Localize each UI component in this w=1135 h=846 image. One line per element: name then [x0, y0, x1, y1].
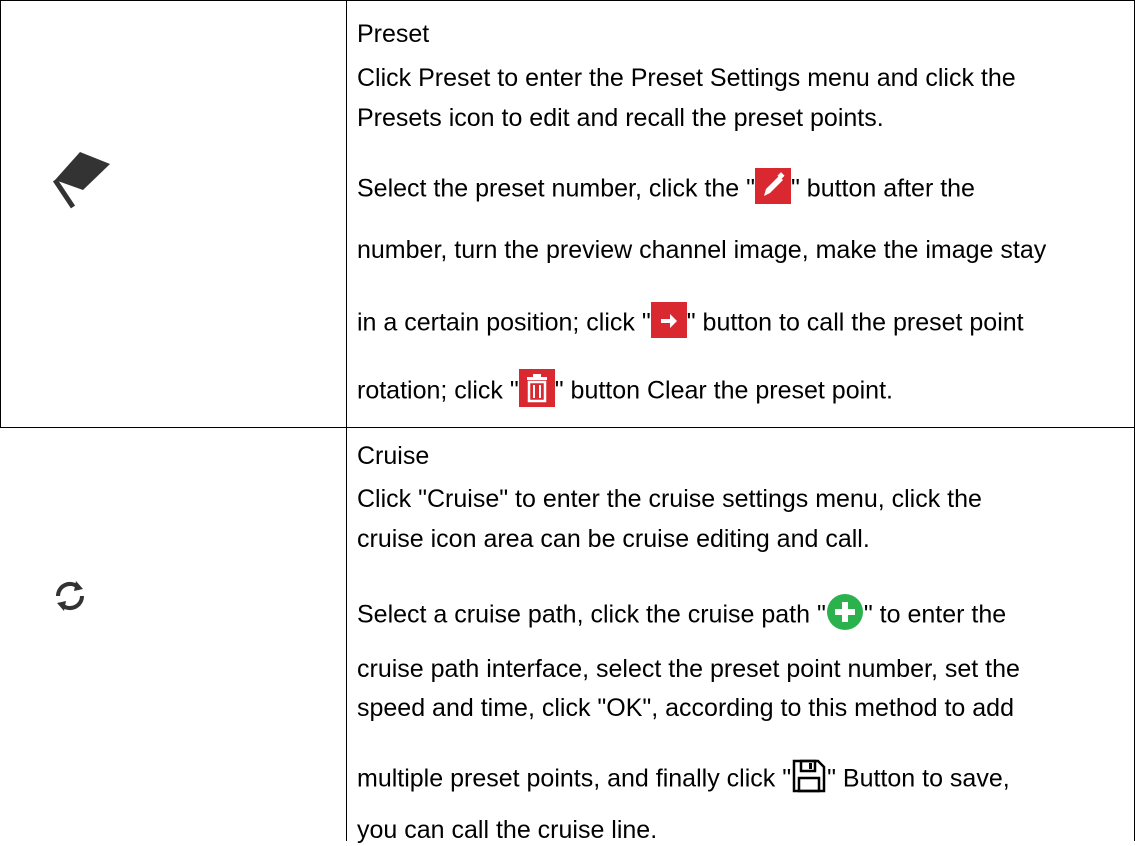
preset-line-6-b: " button Clear the preset point. — [554, 376, 893, 405]
cruise-line-2: cruise icon area can be cruise editing a… — [357, 525, 870, 553]
cruise-line-3-a: Select a cruise path, click the cruise p… — [357, 600, 826, 629]
preset-line-5-b: " button to call the preset point — [686, 308, 1024, 337]
cruise-line-3: Select a cruise path, click the cruise p… — [357, 593, 1006, 639]
refresh-icon — [52, 578, 88, 619]
save-icon — [791, 758, 827, 802]
preset-line-6: rotation; click " " button Clear the pres… — [357, 369, 893, 415]
preset-line-1: Click Preset to enter the Preset Setting… — [357, 64, 1016, 92]
pencil-icon — [754, 168, 791, 212]
flag-icon — [35, 132, 125, 227]
preset-line-3-b: " button after the — [790, 174, 975, 203]
preset-title: Preset — [357, 20, 430, 48]
cruise-line-4: cruise path interface, select the preset… — [357, 655, 1020, 683]
preset-line-4: number, turn the preview channel image, … — [357, 236, 1047, 264]
cruise-line-3-b: " to enter the — [863, 600, 1007, 629]
preset-line-2: Presets icon to edit and recall the pres… — [357, 104, 884, 132]
table-border-top — [0, 0, 1135, 1]
cruise-line-7: you can call the cruise line. — [357, 816, 658, 844]
preset-line-5-a: in a certain position; click " — [357, 308, 651, 337]
cruise-line-6-b: " Button to save, — [827, 764, 1010, 793]
preset-line-5: in a certain position; click " " button t… — [357, 302, 1024, 346]
row-divider — [0, 427, 1135, 428]
plus-circle-icon — [826, 593, 864, 639]
cruise-title: Cruise — [357, 442, 430, 470]
column-divider — [346, 0, 347, 841]
cruise-line-5: speed and time, click "OK", according to… — [357, 694, 1014, 722]
trash-icon — [518, 369, 555, 415]
table-border-left — [0, 0, 1, 427]
cruise-line-1: Click "Cruise" to enter the cruise setti… — [357, 485, 982, 513]
cruise-line-6: multiple preset points, and finally clic… — [357, 758, 1010, 802]
arrow-right-icon — [650, 302, 687, 346]
preset-line-3-a: Select the preset number, click the " — [357, 174, 755, 203]
cruise-line-6-a: multiple preset points, and finally clic… — [357, 764, 792, 793]
preset-line-3: Select the preset number, click the " " b… — [357, 168, 975, 212]
preset-line-6-a: rotation; click " — [357, 376, 519, 405]
